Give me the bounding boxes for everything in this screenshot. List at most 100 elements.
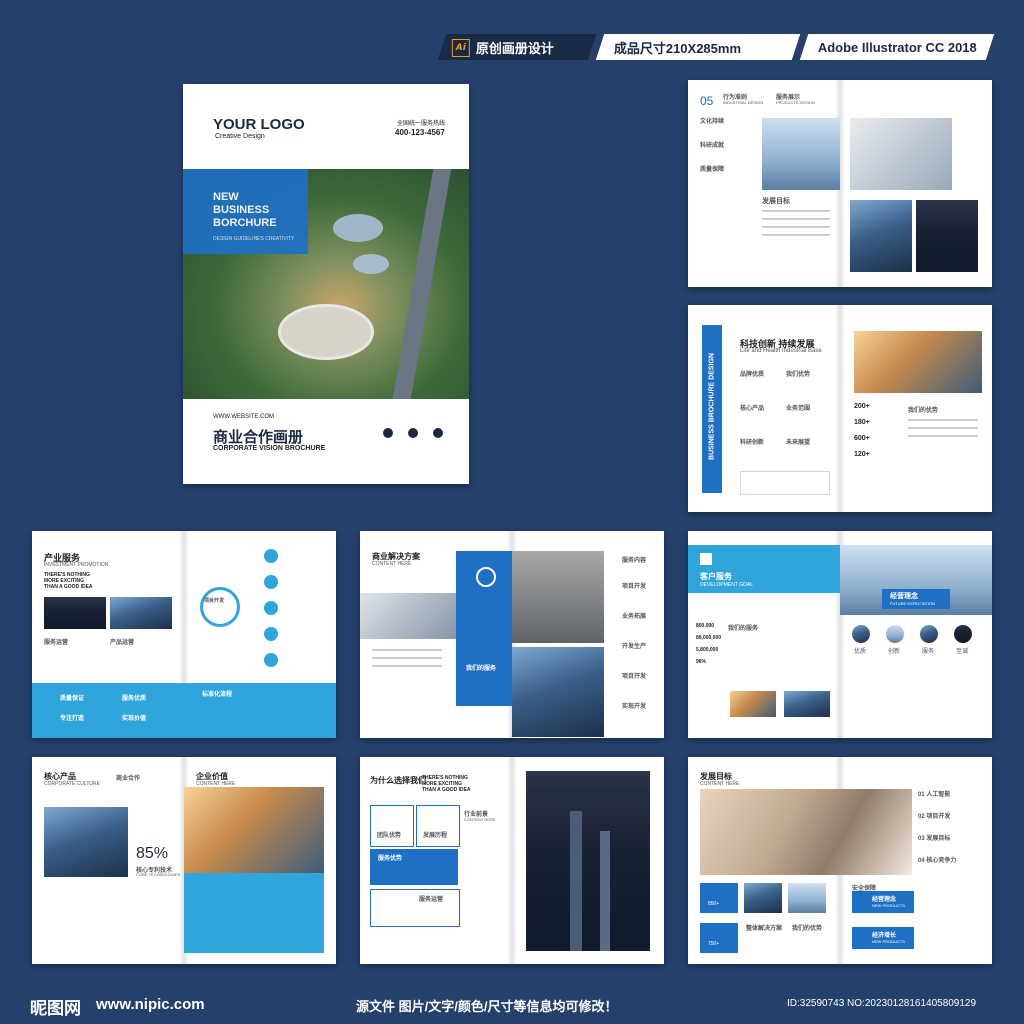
spread5-right-title: 经营理念 bbox=[890, 593, 918, 600]
spread-1: 05 行为准则 INDUSTRIAL DESIGN 服务展示 PRODUCTS … bbox=[688, 80, 992, 287]
spread5-photo-1 bbox=[730, 691, 776, 717]
original-design-tag: Ai 原创画册设计 bbox=[437, 34, 597, 60]
spread5-right-photo: 经营理念 FUTURE EXPECTATION bbox=[840, 545, 992, 615]
spread5-mid: 我们的服务 bbox=[728, 626, 759, 632]
spread-4: 商业解决方案 CONTENT HERE 我们的服务 服务内容 项目开发 业务拓展… bbox=[360, 531, 664, 738]
spread5-right-title-en: FUTURE EXPECTATION bbox=[890, 601, 935, 606]
spread2-item-2: 我们优势 bbox=[786, 372, 811, 378]
spread8-skyline bbox=[700, 789, 912, 875]
goal-3: 03 发展目标 bbox=[918, 836, 951, 842]
percent-label-en: CORE TECHNOLOGIES bbox=[136, 872, 181, 877]
tab-1-en: INDUSTRIAL DESIGN bbox=[723, 100, 764, 105]
spread5-title-en: DEVELOPMENT GOAL bbox=[700, 582, 753, 588]
globe-icon bbox=[476, 567, 496, 587]
mail-icon bbox=[408, 428, 418, 438]
spread4-mid-title: 我们的服务 bbox=[466, 666, 497, 672]
section-number: 05 bbox=[700, 94, 714, 108]
spread8-photo-2 bbox=[788, 883, 826, 913]
item-quality: 质量保障 bbox=[700, 167, 725, 173]
spread2-item-3: 核心产品 bbox=[740, 406, 765, 412]
number-2: 89,000,000 bbox=[696, 635, 722, 641]
spread6-band bbox=[184, 873, 324, 953]
cover-title-borchure: BORCHURE bbox=[213, 217, 277, 229]
node-4 bbox=[264, 627, 278, 641]
side-band: BUSINESS BROCHURE DESIGN bbox=[702, 325, 722, 493]
goal-1: 01 人工智能 bbox=[918, 792, 951, 798]
spread-8: 发展目标 CONTENT HERE 01 人工智能 02 项目开发 03 发展目… bbox=[688, 757, 992, 964]
spread5-logo-icon bbox=[700, 553, 712, 565]
spread5-right-tag: 经营理念 FUTURE EXPECTATION bbox=[882, 589, 950, 609]
spread7-night-photo bbox=[526, 771, 650, 951]
tower-2 bbox=[600, 831, 610, 951]
cover-title-sub: DESIGN GUIDELINES CREATIVITY bbox=[213, 236, 295, 242]
spread8-title-en: CONTENT HERE bbox=[700, 781, 740, 787]
spread3-sub-1: 服务运营 bbox=[44, 640, 69, 646]
btn-1: 经营理念 NEW PRODUCTS bbox=[852, 891, 914, 913]
footer-logo: 昵图网 bbox=[30, 999, 81, 1018]
city-photo bbox=[762, 118, 840, 190]
size-tag: 成品尺寸210X285mm bbox=[595, 34, 801, 60]
circle-1 bbox=[852, 625, 870, 643]
spread-6: 核心产品 CORPORATE CULTURE 商业合作 85% 核心专利技术 C… bbox=[32, 757, 336, 964]
spread5-header: 客户服务 DEVELOPMENT GOAL bbox=[688, 545, 840, 593]
circle-4 bbox=[954, 625, 972, 643]
circle-3 bbox=[920, 625, 938, 643]
size-label: 成品尺寸210X285mm bbox=[614, 40, 742, 56]
box-4: 服务运营 bbox=[370, 889, 460, 927]
handshake-photo bbox=[850, 118, 952, 190]
goal-4: 04 核心竞争力 bbox=[918, 858, 957, 864]
circle-4-label: 至诚 bbox=[956, 649, 969, 655]
footer-site: www.nipic.com bbox=[96, 996, 205, 1013]
spread8-mid-1: 整体解决方案 bbox=[746, 926, 783, 932]
item-culture: 文化持续 bbox=[700, 119, 725, 125]
cover-title-business: BUSINESS bbox=[213, 204, 270, 216]
spread5-title: 客户服务 bbox=[700, 572, 732, 581]
box-1: 团队优势 bbox=[370, 805, 414, 847]
band-title: 标准化流程 bbox=[202, 692, 233, 698]
circle-3-label: 服务 bbox=[922, 649, 935, 655]
spread6-photo bbox=[44, 807, 128, 877]
footer-notice: 源文件 图片/文字/颜色/尺寸等信息均可修改！ bbox=[356, 999, 618, 1014]
highway-photo bbox=[916, 200, 978, 272]
stat-box-1: 850+ bbox=[700, 883, 738, 913]
band-item-1: 质量保证 bbox=[60, 696, 85, 702]
spread-5: 客户服务 DEVELOPMENT GOAL 800,000 89,000,000… bbox=[688, 531, 992, 738]
spread4-item-4: 开发生产 bbox=[622, 644, 647, 650]
spread6-building bbox=[184, 787, 324, 873]
spread4-item-6: 实现开发 bbox=[622, 704, 647, 710]
stat-box-2: 750+ bbox=[700, 923, 738, 953]
node-5 bbox=[264, 653, 278, 667]
stadium-shape bbox=[278, 304, 374, 360]
band-item-3: 专注打造 bbox=[60, 716, 85, 722]
spread4-title-en: CONTENT HERE bbox=[372, 561, 412, 567]
software-label: Adobe Illustrator CC 2018 bbox=[818, 39, 977, 55]
software-tag: Adobe Illustrator CC 2018 bbox=[799, 34, 995, 60]
building-photo bbox=[850, 200, 912, 272]
spread2-item-4: 业务范围 bbox=[786, 406, 811, 412]
cover-logo-sub: Creative Design bbox=[215, 133, 265, 140]
road-shape bbox=[392, 169, 452, 399]
tagline-3: THAN A GOOD IDEA bbox=[44, 584, 93, 590]
spread2-box bbox=[740, 471, 830, 495]
phone-icon bbox=[383, 428, 393, 438]
spread2-right-title: 我们的优势 bbox=[908, 408, 939, 414]
stat-4: 120+ bbox=[854, 451, 870, 458]
cover-website: WWW.WEBSITE.COM bbox=[213, 414, 274, 420]
spread-2: BUSINESS BROCHURE DESIGN 科技创新 持续发展 Life … bbox=[688, 305, 992, 512]
goal-heading: 发展目标 bbox=[762, 198, 790, 205]
circle-2-label: 创新 bbox=[888, 649, 901, 655]
cover-title-en: CORPORATE VISION BROCHURE bbox=[213, 445, 326, 452]
spread2-subtitle: Life and Health Industrial Base bbox=[740, 348, 822, 354]
hotline-number: 400-123-4567 bbox=[395, 128, 445, 137]
spread4-item-1: 服务内容 bbox=[622, 558, 647, 564]
infographic-label: 项目开发 bbox=[204, 598, 225, 604]
cover-page: YOUR LOGO Creative Design 全国统一服务热线 400-1… bbox=[183, 84, 469, 484]
spread8-mid-2: 我们的优势 bbox=[792, 926, 823, 932]
handshake-photo-2 bbox=[360, 593, 456, 639]
spread7-title: 为什么选择我们 bbox=[370, 776, 426, 785]
box-2: 发展历程 bbox=[416, 805, 460, 847]
percent-value: 85% bbox=[136, 845, 169, 862]
spread4-item-3: 业务拓展 bbox=[622, 614, 647, 620]
side-band-text: BUSINESS BROCHURE DESIGN bbox=[708, 353, 716, 460]
number-4: 96% bbox=[696, 659, 707, 665]
